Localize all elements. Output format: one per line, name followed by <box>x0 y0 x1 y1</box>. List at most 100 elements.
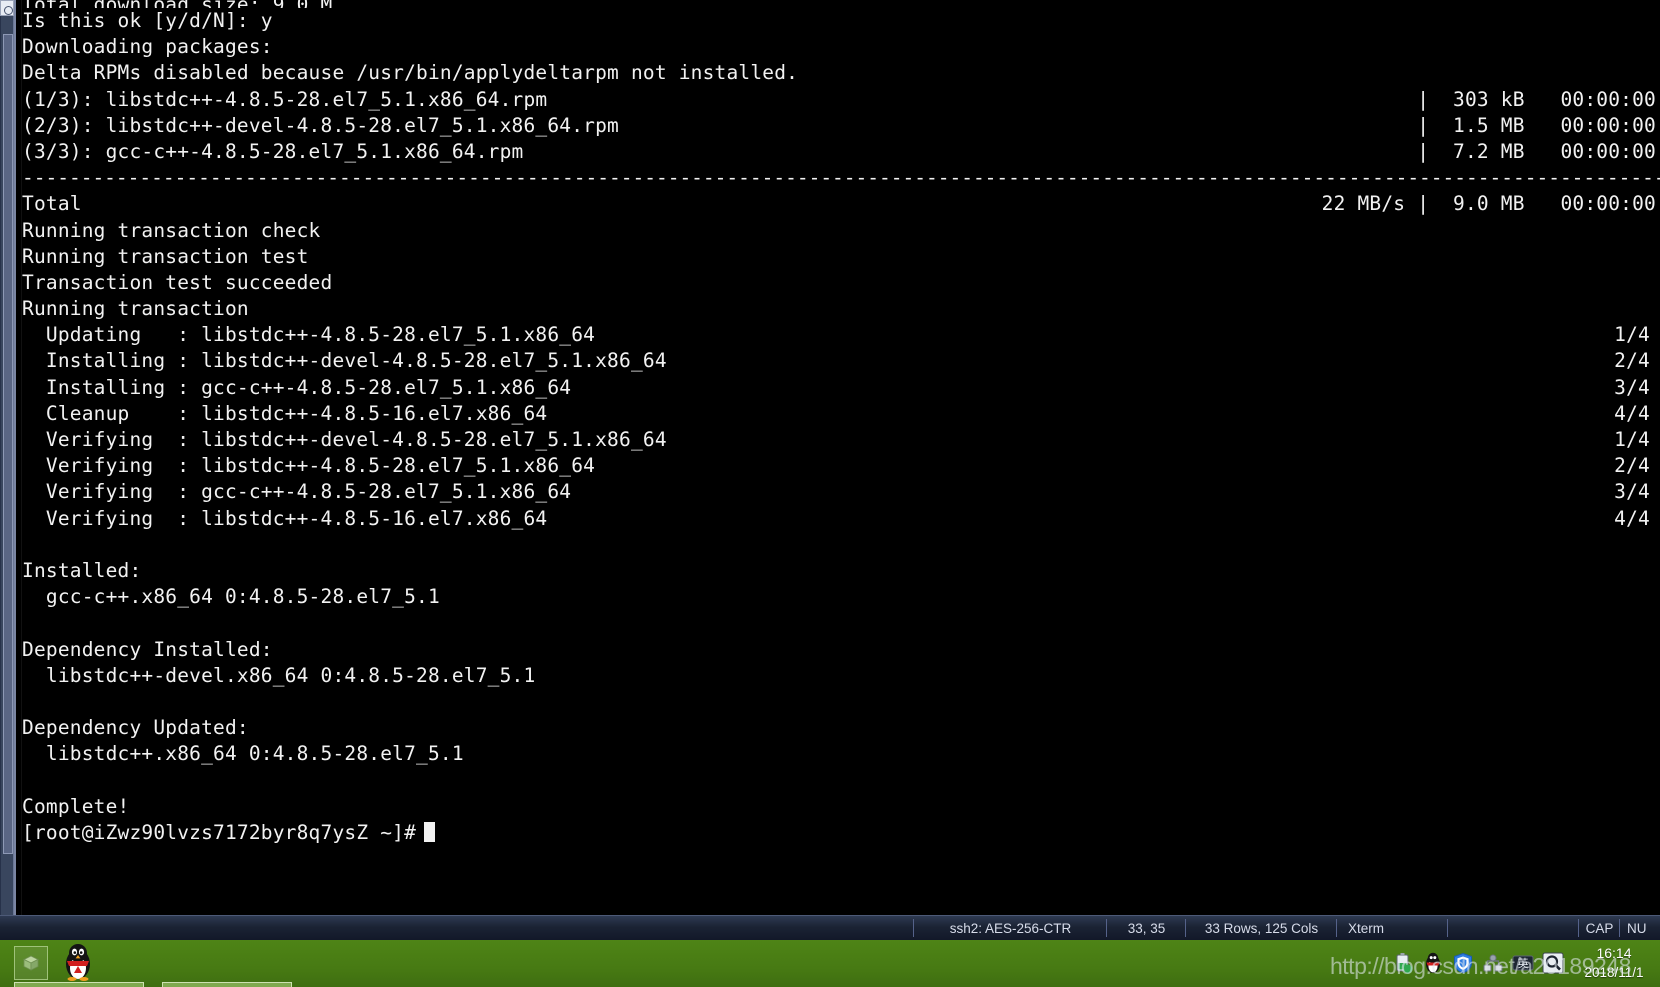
terminal-line: Verifying : libstdc++-4.8.5-28.el7_5.1.x… <box>22 453 1660 479</box>
terminal-line: Installing : libstdc++-devel-4.8.5-28.el… <box>22 348 1660 374</box>
status-cursor-position[interactable]: 33, 35 <box>1107 916 1185 940</box>
terminal-line: Total 22 MB/s | 9.0 MB 00:00:00 <box>22 191 1660 217</box>
terminal-line: [root@iZwz90lvzs7172byr8q7ysZ ~]# <box>22 820 1660 846</box>
screen: Total download size: 9.0 MIs this ok [y/… <box>0 0 1660 987</box>
terminal-cursor <box>424 821 436 842</box>
terminal-line: Verifying : libstdc++-devel-4.8.5-28.el7… <box>22 427 1660 453</box>
terminal-output-area[interactable]: Total download size: 9.0 MIs this ok [y/… <box>22 0 1660 915</box>
terminal-line: gcc-c++.x86_64 0:4.8.5-28.el7_5.1 <box>22 584 1660 610</box>
scrollbar-corner-button[interactable] <box>0 0 14 16</box>
desktop-taskbar: 英 16:14 2018/11/1 <box>0 940 1660 987</box>
ime-chinese-icon[interactable]: 英 <box>1512 952 1534 974</box>
terminal-line-counter: 2/4 <box>1614 349 1650 373</box>
status-blank-cell <box>1448 916 1578 940</box>
search-icon[interactable] <box>1542 952 1564 974</box>
terminal-line: Running transaction test <box>22 244 1660 270</box>
terminal-line-text: Downloading packages: <box>22 35 273 59</box>
terminal-line: Running transaction <box>22 296 1660 322</box>
computer-icon[interactable] <box>14 946 48 980</box>
terminal-separator-line: ----------------------------------------… <box>22 166 1660 190</box>
terminal-line-text: Total download size: 9.0 M <box>22 0 332 8</box>
terminal-line: Running transaction check <box>22 218 1660 244</box>
taskbar-window-buttons[interactable] <box>14 982 292 987</box>
terminal-line: (3/3): gcc-c++-4.8.5-28.el7_5.1.x86_64.r… <box>22 139 1660 165</box>
status-bar: ssh2: AES-256-CTR 33, 35 33 Rows, 125 Co… <box>0 915 1660 940</box>
terminal-line: (2/3): libstdc++-devel-4.8.5-28.el7_5.1.… <box>22 113 1660 139</box>
status-screen-size[interactable]: 33 Rows, 125 Cols <box>1186 916 1336 940</box>
terminal-line: Cleanup : libstdc++-4.8.5-16.el7.x86_64 4… <box>22 401 1660 427</box>
terminal-line: Installing : gcc-c++-4.8.5-28.el7_5.1.x8… <box>22 375 1660 401</box>
terminal-line-counter: 1/4 <box>1614 428 1650 451</box>
status-bar-spacer <box>0 916 913 940</box>
terminal-line-text: Installing : libstdc++-devel-4.8.5-28.el… <box>22 349 667 373</box>
terminal-line: Delta RPMs disabled because /usr/bin/app… <box>22 60 1660 86</box>
terminal-line-text: gcc-c++.x86_64 0:4.8.5-28.el7_5.1 <box>22 585 440 609</box>
status-encryption[interactable]: ssh2: AES-256-CTR <box>914 916 1106 940</box>
terminal-line-text: (2/3): libstdc++-devel-4.8.5-28.el7_5.1.… <box>22 113 619 137</box>
terminal-line-text: Delta RPMs disabled because /usr/bin/app… <box>22 61 799 85</box>
terminal-line: Complete! <box>22 794 1660 820</box>
terminal-line-meta: | 1.5 MB 00:00:00 <box>1417 113 1656 137</box>
terminal-window: Total download size: 9.0 MIs this ok [y/… <box>0 0 1660 915</box>
terminal-line-counter: 3/4 <box>1614 375 1650 399</box>
qq-penguin-icon[interactable] <box>1422 952 1444 974</box>
status-emulation[interactable]: Xterm <box>1337 916 1447 940</box>
terminal-line-text: libstdc++.x86_64 0:4.8.5-28.el7_5.1 <box>22 742 464 766</box>
scrollbar-track[interactable] <box>0 16 14 915</box>
terminal-line-counter: 2/4 <box>1614 454 1650 478</box>
taskbar-button[interactable] <box>14 982 144 987</box>
clock-time: 16:14 <box>1596 945 1632 961</box>
taskbar-clock[interactable]: 16:14 2018/11/1 <box>1568 944 1660 982</box>
terminal-line-text: Running transaction check <box>22 218 321 242</box>
terminal-line-text: Is this ok [y/d/N]: y <box>22 9 273 32</box>
status-num-lock[interactable]: NU <box>1620 916 1660 940</box>
status-caps-lock[interactable]: CAP <box>1579 916 1619 940</box>
terminal-line: Total download size: 9.0 M <box>22 0 1660 8</box>
terminal-line-text: Verifying : libstdc++-4.8.5-28.el7_5.1.x… <box>22 454 596 478</box>
terminal-line-meta: 22 MB/s | 9.0 MB 00:00:00 <box>1321 192 1656 216</box>
terminal-line-text: Running transaction test <box>22 244 309 268</box>
terminal-line-text: Dependency Updated: <box>22 716 249 740</box>
terminal-line-text: Complete! <box>22 794 130 818</box>
terminal-left-border <box>14 0 22 915</box>
terminal-line: Updating : libstdc++-4.8.5-28.el7_5.1.x8… <box>22 322 1660 348</box>
scrollbar-thumb[interactable] <box>3 34 13 854</box>
terminal-line: Verifying : libstdc++-4.8.5-16.el7.x86_6… <box>22 506 1660 532</box>
terminal-line-text: Transaction test succeeded <box>22 270 333 294</box>
terminal-line-counter: 3/4 <box>1614 480 1650 504</box>
system-tray[interactable]: 英 <box>1392 948 1564 978</box>
terminal-scrollbar[interactable] <box>0 0 14 915</box>
terminal-line-text: Installing : gcc-c++-4.8.5-28.el7_5.1.x8… <box>22 375 572 399</box>
terminal-line: Downloading packages: <box>22 34 1660 60</box>
terminal-line: libstdc++.x86_64 0:4.8.5-28.el7_5.1 <box>22 741 1660 767</box>
terminal-line-text: Verifying : libstdc++-4.8.5-16.el7.x86_6… <box>22 506 548 530</box>
qq-penguin-icon[interactable] <box>58 942 98 984</box>
clock-date: 2018/11/1 <box>1584 965 1644 980</box>
terminal-line-counter: 1/4 <box>1614 323 1650 347</box>
terminal-line: Transaction test succeeded <box>22 270 1660 296</box>
taskbar-button[interactable] <box>162 982 292 987</box>
terminal-line-text: Verifying : gcc-c++-4.8.5-28.el7_5.1.x86… <box>22 480 572 504</box>
terminal-line: libstdc++-devel.x86_64 0:4.8.5-28.el7_5.… <box>22 663 1660 689</box>
battery-icon[interactable] <box>1392 952 1414 974</box>
terminal-line: Installed: <box>22 558 1660 584</box>
terminal-line-text: (1/3): libstdc++-4.8.5-28.el7_5.1.x86_64… <box>22 87 548 111</box>
shield-icon[interactable] <box>1452 952 1474 974</box>
terminal-line: Verifying : gcc-c++-4.8.5-28.el7_5.1.x86… <box>22 479 1660 505</box>
network-icon[interactable] <box>1482 952 1504 974</box>
terminal-line-text: Updating : libstdc++-4.8.5-28.el7_5.1.x8… <box>22 323 596 347</box>
terminal-line-text: Total <box>22 192 82 216</box>
terminal-line-text: Running transaction <box>22 297 249 321</box>
terminal-line: Is this ok [y/d/N]: y <box>22 8 1660 34</box>
terminal-line-meta: | 303 kB 00:00:00 <box>1417 87 1656 111</box>
terminal-line-text: Cleanup : libstdc++-4.8.5-16.el7.x86_64 <box>22 401 548 425</box>
terminal-line-text: [root@iZwz90lvzs7172byr8q7ysZ ~]# <box>22 820 417 844</box>
terminal-line-text: Dependency Installed: <box>22 637 273 661</box>
terminal-line-text: libstdc++-devel.x86_64 0:4.8.5-28.el7_5.… <box>22 663 536 687</box>
terminal-line: (1/3): libstdc++-4.8.5-28.el7_5.1.x86_64… <box>22 87 1660 113</box>
svg-text:英: 英 <box>1518 956 1529 970</box>
